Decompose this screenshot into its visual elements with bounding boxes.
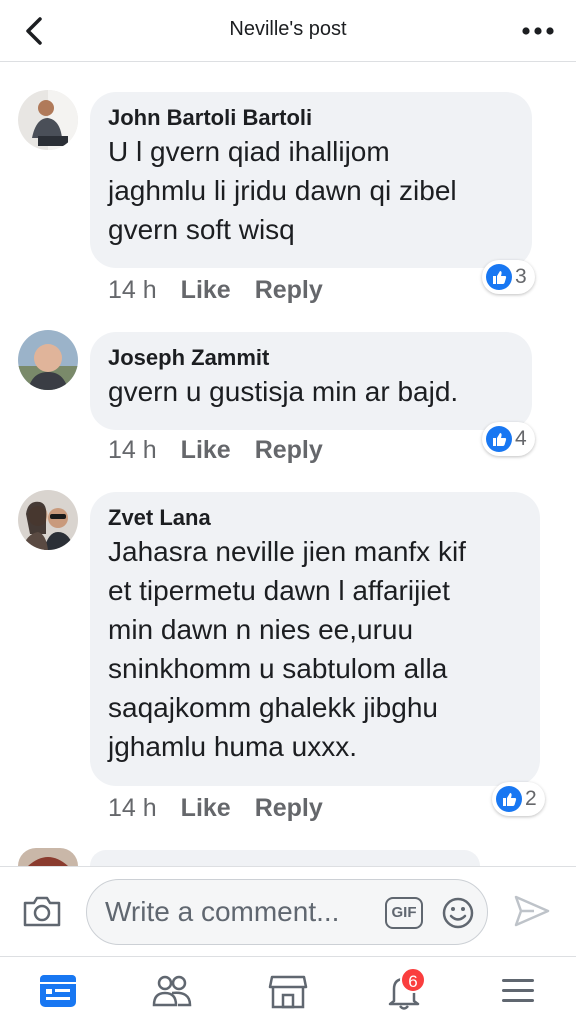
comment-author[interactable]: Zvet Lana: [108, 504, 522, 532]
comment-author[interactable]: John Bartoli Bartoli: [108, 104, 514, 132]
news-feed-icon[interactable]: [36, 971, 80, 1011]
comment-composer: Write a comment... GIF: [0, 866, 576, 956]
notifications-badge: 6: [400, 967, 426, 993]
comment-meta: 14 h Like Reply: [108, 794, 347, 823]
notifications-tab[interactable]: 6: [382, 967, 426, 1011]
comment-timestamp: 14 h: [108, 794, 157, 822]
comment-placeholder: Write a comment...: [105, 896, 340, 927]
reaction-badge[interactable]: 2: [492, 782, 545, 816]
menu-icon[interactable]: [496, 971, 540, 1011]
comment-timestamp: 14 h: [108, 436, 157, 464]
top-bar: Neville's post: [0, 0, 576, 62]
send-icon[interactable]: [512, 891, 552, 931]
like-button[interactable]: Like: [181, 794, 231, 822]
reaction-count: 3: [515, 265, 527, 288]
like-reaction-icon: [496, 786, 522, 812]
like-reaction-icon: [486, 264, 512, 290]
reaction-badge[interactable]: 4: [482, 422, 535, 456]
like-reaction-icon: [486, 426, 512, 452]
comment-meta: 14 h Like Reply: [108, 436, 347, 465]
more-options-icon[interactable]: [516, 14, 560, 48]
reaction-badge[interactable]: 3: [482, 260, 535, 294]
marketplace-icon[interactable]: [266, 971, 310, 1011]
gif-button[interactable]: GIF: [385, 897, 423, 929]
like-button[interactable]: Like: [181, 276, 231, 304]
comment-bubble[interactable]: Zvet Lana Jahasra neville jien manfx kif…: [90, 492, 540, 786]
reply-button[interactable]: Reply: [255, 436, 323, 464]
reaction-count: 2: [525, 787, 537, 810]
like-button[interactable]: Like: [181, 436, 231, 464]
camera-icon[interactable]: [22, 893, 62, 929]
comment-bubble[interactable]: Joseph Zammit gvern u gustisja min ar ba…: [90, 332, 532, 430]
reply-button[interactable]: Reply: [255, 794, 323, 822]
comment-bubble[interactable]: John Bartoli Bartoli U l gvern qiad ihal…: [90, 92, 532, 268]
comment-text: Jahasra neville jien manfx kif et tiperm…: [108, 536, 466, 762]
reaction-count: 4: [515, 427, 527, 450]
avatar[interactable]: [18, 848, 78, 866]
comment-meta: 14 h Like Reply: [108, 276, 347, 305]
comment-text: gvern u gustisja min ar bajd.: [108, 376, 459, 407]
comment-text: U l gvern qiad ihallijom jaghmlu li jrid…: [108, 136, 457, 245]
page-title: Neville's post: [229, 18, 347, 40]
comment-bubble[interactable]: [90, 850, 480, 866]
emoji-icon[interactable]: [441, 896, 475, 930]
comment-input[interactable]: Write a comment... GIF: [86, 879, 488, 945]
comment-timestamp: 14 h: [108, 276, 157, 304]
bottom-navigation: 6: [0, 956, 576, 1024]
avatar[interactable]: [18, 490, 78, 550]
avatar[interactable]: [18, 90, 78, 150]
avatar[interactable]: [18, 330, 78, 390]
friends-icon[interactable]: [150, 971, 194, 1011]
comment-author[interactable]: Joseph Zammit: [108, 344, 514, 372]
reply-button[interactable]: Reply: [255, 276, 323, 304]
